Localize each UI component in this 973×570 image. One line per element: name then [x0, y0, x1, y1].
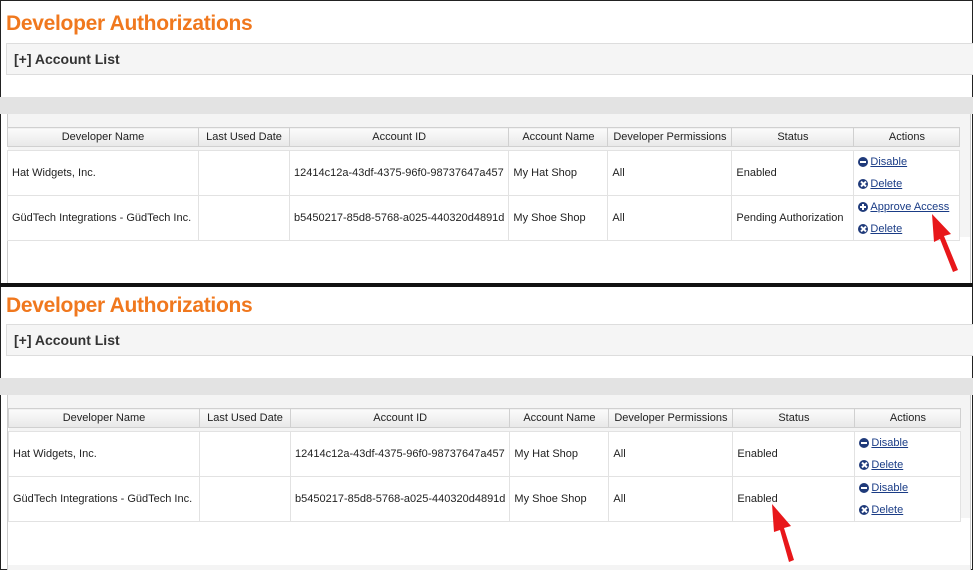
disable-link[interactable]: Disable — [870, 156, 907, 168]
authorizations-table: Developer Name Last Used Date Account ID… — [7, 127, 961, 241]
section-header-strip — [0, 378, 973, 395]
page-title: Developer Authorizations — [6, 294, 253, 317]
actions-cell: Disable Delete — [854, 476, 962, 522]
col-account-id[interactable]: Account ID — [289, 408, 511, 428]
plus-circle-icon[interactable] — [858, 202, 869, 212]
col-developer-name[interactable]: Developer Name — [8, 408, 200, 428]
developer-name-cell: Hat Widgets, Inc. — [8, 431, 200, 477]
panel-before: Developer Authorizations [+] Account Lis… — [0, 0, 973, 284]
x-circle-icon[interactable] — [858, 179, 869, 189]
account-name-cell: My Hat Shop — [509, 431, 610, 477]
actions-cell: Disable Delete — [854, 431, 962, 477]
developer-name-cell: GüdTech Integrations - GüdTech Inc. — [7, 195, 199, 241]
x-circle-icon[interactable] — [859, 505, 870, 515]
account-name-cell: My Shoe Shop — [508, 195, 609, 241]
delete-action: Delete — [859, 454, 956, 476]
col-account-name[interactable]: Account Name — [508, 127, 609, 147]
disable-link[interactable]: Disable — [871, 437, 908, 449]
col-last-used-date[interactable]: Last Used Date — [198, 127, 290, 147]
developer-name-cell: GüdTech Integrations - GüdTech Inc. — [8, 476, 200, 522]
minus-circle-icon[interactable] — [859, 438, 870, 448]
account-name-cell: My Shoe Shop — [509, 476, 610, 522]
account-id-cell: b5450217-85d8-5768-a025-440320d4891d — [289, 476, 511, 522]
annotation-arrow-icon — [932, 214, 958, 272]
table-row: GüdTech Integrations - GüdTech Inc. b545… — [7, 195, 961, 241]
x-circle-icon[interactable] — [859, 460, 870, 470]
col-account-id[interactable]: Account ID — [288, 127, 510, 147]
delete-link[interactable]: Delete — [871, 504, 903, 516]
account-id-cell: b5450217-85d8-5768-a025-440320d4891d — [288, 195, 510, 241]
permissions-cell: All — [607, 195, 733, 241]
disable-action: Disable — [858, 151, 955, 173]
col-status[interactable]: Status — [732, 408, 856, 428]
delete-link[interactable]: Delete — [870, 223, 902, 235]
account-id-cell: 12414c12a-43df-4375-96f0-98737647a457 — [289, 431, 511, 477]
col-actions: Actions — [853, 127, 961, 147]
table-row: Hat Widgets, Inc. 12414c12a-43df-4375-96… — [7, 150, 961, 196]
disable-link[interactable]: Disable — [871, 482, 908, 494]
panel-after: Developer Authorizations [+] Account Lis… — [0, 287, 973, 570]
disable-action: Disable — [859, 432, 956, 454]
annotation-arrow-icon — [772, 504, 794, 562]
permissions-cell: All — [607, 150, 733, 196]
permissions-cell: All — [608, 431, 734, 477]
disable-action: Disable — [859, 477, 956, 499]
x-circle-icon[interactable] — [858, 224, 869, 234]
last-used-date-cell — [199, 431, 291, 477]
page-title: Developer Authorizations — [6, 12, 253, 35]
col-actions: Actions — [854, 408, 962, 428]
delete-link[interactable]: Delete — [871, 459, 903, 471]
account-list-toggle[interactable]: [+] Account List — [6, 43, 973, 75]
delete-action: Delete — [858, 173, 955, 195]
col-developer-name[interactable]: Developer Name — [7, 127, 199, 147]
minus-circle-icon[interactable] — [859, 483, 870, 493]
actions-cell: Disable Delete — [853, 150, 961, 196]
section-header-strip — [0, 97, 973, 114]
status-cell: Enabled — [732, 431, 856, 477]
status-cell: Pending Authorization — [731, 195, 855, 241]
account-id-cell: 12414c12a-43df-4375-96f0-98737647a457 — [288, 150, 510, 196]
status-cell: Enabled — [731, 150, 855, 196]
account-name-cell: My Hat Shop — [508, 150, 609, 196]
account-list-label: [+] Account List — [14, 332, 120, 348]
account-list-label: [+] Account List — [14, 51, 120, 67]
table-row: GüdTech Integrations - GüdTech Inc. b545… — [8, 476, 962, 522]
table-header-row: Developer Name Last Used Date Account ID… — [8, 408, 962, 428]
col-status[interactable]: Status — [731, 127, 855, 147]
developer-name-cell: Hat Widgets, Inc. — [7, 150, 199, 196]
table-row: Hat Widgets, Inc. 12414c12a-43df-4375-96… — [8, 431, 962, 477]
last-used-date-cell — [198, 150, 290, 196]
permissions-cell: All — [608, 476, 734, 522]
col-developer-permissions[interactable]: Developer Permissions — [608, 408, 734, 428]
table-header-row: Developer Name Last Used Date Account ID… — [7, 127, 961, 147]
col-developer-permissions[interactable]: Developer Permissions — [607, 127, 733, 147]
col-account-name[interactable]: Account Name — [509, 408, 610, 428]
account-list-toggle[interactable]: [+] Account List — [6, 324, 973, 356]
last-used-date-cell — [199, 476, 291, 522]
delete-link[interactable]: Delete — [870, 178, 902, 190]
authorizations-table: Developer Name Last Used Date Account ID… — [8, 408, 962, 522]
last-used-date-cell — [198, 195, 290, 241]
col-last-used-date[interactable]: Last Used Date — [199, 408, 291, 428]
delete-action: Delete — [859, 499, 956, 521]
minus-circle-icon[interactable] — [858, 157, 869, 167]
